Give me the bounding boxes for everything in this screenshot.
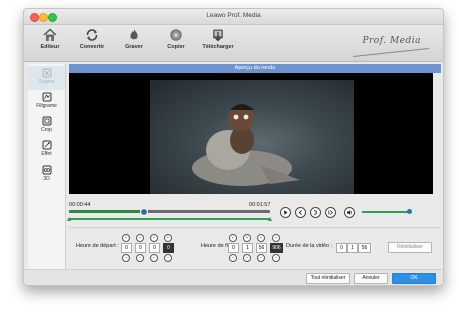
duration-label: Durée de la vidéo : [286, 243, 333, 249]
start-seconds-up[interactable]: + [150, 234, 158, 242]
disc-icon [170, 29, 182, 41]
window-title: Leawo Prof. Media [206, 12, 261, 19]
toolbar-label: Graver [125, 44, 143, 50]
end-hours-down[interactable]: − [229, 254, 237, 262]
toolbar-label: Copier [167, 44, 185, 50]
end-minutes-down[interactable]: − [243, 254, 251, 262]
end-hours-field[interactable]: 0 [228, 243, 239, 253]
seek-progress [69, 210, 144, 213]
brand-logo: Prof. Media [362, 36, 421, 46]
preview-title: Aperçu du rendu [234, 65, 276, 71]
trim-range-bar [69, 218, 270, 220]
trim-end-handle[interactable] [267, 217, 272, 221]
start-hours-up[interactable]: + [122, 234, 130, 242]
next-button[interactable] [325, 207, 336, 218]
video-frame-image [192, 104, 300, 186]
divider [69, 227, 441, 228]
toolbar-copier-button[interactable]: Copier [158, 28, 194, 50]
end-seconds-down[interactable]: − [257, 254, 265, 262]
end-ms-down[interactable]: − [272, 254, 280, 262]
stop-icon [313, 210, 317, 215]
start-seconds-field[interactable]: 0 [149, 243, 160, 253]
sidebar-item-filigrame[interactable]: Filigrame [28, 92, 65, 114]
main-toolbar: Editeur Convertir Graver Copier Téléchar… [24, 25, 443, 62]
start-seconds-down[interactable]: − [150, 254, 158, 262]
edit-sidebar: Rogner Filigrame Crop Effet 3D [28, 64, 66, 282]
duration-hours: 0 [336, 243, 347, 253]
volume-icon [347, 210, 352, 215]
download-icon [213, 29, 223, 42]
watermark-icon [42, 92, 51, 102]
start-hours-down[interactable]: − [122, 254, 130, 262]
trim-icon [42, 68, 51, 78]
start-ms-up[interactable]: + [164, 234, 172, 242]
toolbar-label: Télécharger [202, 44, 234, 50]
ok-button[interactable]: OK [392, 273, 436, 284]
start-minutes-up[interactable]: + [136, 234, 144, 242]
previous-button[interactable] [295, 207, 306, 218]
start-time-label: Heure de départ : [76, 243, 119, 249]
home-icon [43, 28, 57, 41]
3d-icon [42, 165, 51, 175]
end-ms-field[interactable]: 906 [270, 243, 283, 253]
seek-handle[interactable] [140, 208, 149, 216]
end-ms-up[interactable]: + [272, 234, 280, 242]
volume-button[interactable] [344, 207, 355, 218]
start-minutes-down[interactable]: − [136, 254, 144, 262]
volume-slider[interactable] [362, 211, 410, 213]
sidebar-item-rogner[interactable]: Rogner [28, 66, 65, 90]
toolbar-telecharger-button[interactable]: Télécharger [200, 28, 236, 50]
sidebar-item-effet[interactable]: Effet [28, 140, 65, 162]
burn-icon [130, 29, 138, 40]
play-icon [284, 210, 288, 215]
reset-button[interactable]: Réinitialiser [388, 242, 432, 253]
sidebar-item-label: Filigrame [36, 103, 57, 109]
next-icon [328, 210, 333, 215]
total-time: 00:01:57 [249, 202, 271, 208]
toolbar-convertir-button[interactable]: Convertir [74, 28, 110, 50]
toolbar-graver-button[interactable]: Graver [116, 28, 152, 50]
end-seconds-field[interactable]: 56 [256, 243, 267, 253]
sidebar-item-crop[interactable]: Crop [28, 116, 65, 138]
play-button[interactable] [280, 207, 291, 218]
title-bar: Leawo Prof. Media [24, 9, 443, 25]
seek-bar[interactable] [69, 210, 270, 213]
sidebar-item-label: Crop [41, 127, 52, 133]
duration-minutes: 1 [347, 243, 358, 253]
preview-header: Aperçu du rendu [69, 64, 441, 73]
start-minutes-field[interactable]: 0 [135, 243, 146, 253]
sidebar-item-label: 3D [43, 176, 50, 182]
start-ms-down[interactable]: − [164, 254, 172, 262]
duration-seconds: 56 [358, 243, 371, 253]
reset-all-button[interactable]: Tout réinitialiser [306, 273, 350, 284]
sidebar-item-3d[interactable]: 3D [28, 165, 65, 187]
start-hours-field[interactable]: 0 [121, 243, 132, 253]
video-preview[interactable] [69, 73, 433, 194]
convert-icon [86, 29, 98, 41]
start-ms-field[interactable]: 0 [163, 243, 174, 253]
video-frame [150, 80, 354, 194]
current-time: 00:00:44 [69, 202, 91, 208]
trim-start-handle[interactable] [66, 217, 71, 221]
sidebar-item-label: Effet [41, 151, 52, 157]
cancel-button[interactable]: Annuler [354, 273, 388, 284]
toolbar-label: Editeur [40, 44, 60, 50]
volume-handle[interactable] [407, 209, 412, 214]
toolbar-label: Convertir [79, 44, 105, 50]
end-minutes-field[interactable]: 1 [242, 243, 253, 253]
end-minutes-up[interactable]: + [243, 234, 251, 242]
effect-icon [42, 140, 51, 150]
app-window: Leawo Prof. Media Editeur Convertir Grav… [23, 8, 444, 286]
previous-icon [298, 210, 302, 215]
toolbar-editeur-button[interactable]: Editeur [32, 28, 68, 50]
end-seconds-up[interactable]: + [257, 234, 265, 242]
crop-icon [42, 116, 51, 126]
sidebar-item-label: Rogner [38, 79, 55, 85]
brand-underline [353, 48, 429, 57]
end-hours-up[interactable]: + [229, 234, 237, 242]
stop-button[interactable] [310, 207, 321, 218]
